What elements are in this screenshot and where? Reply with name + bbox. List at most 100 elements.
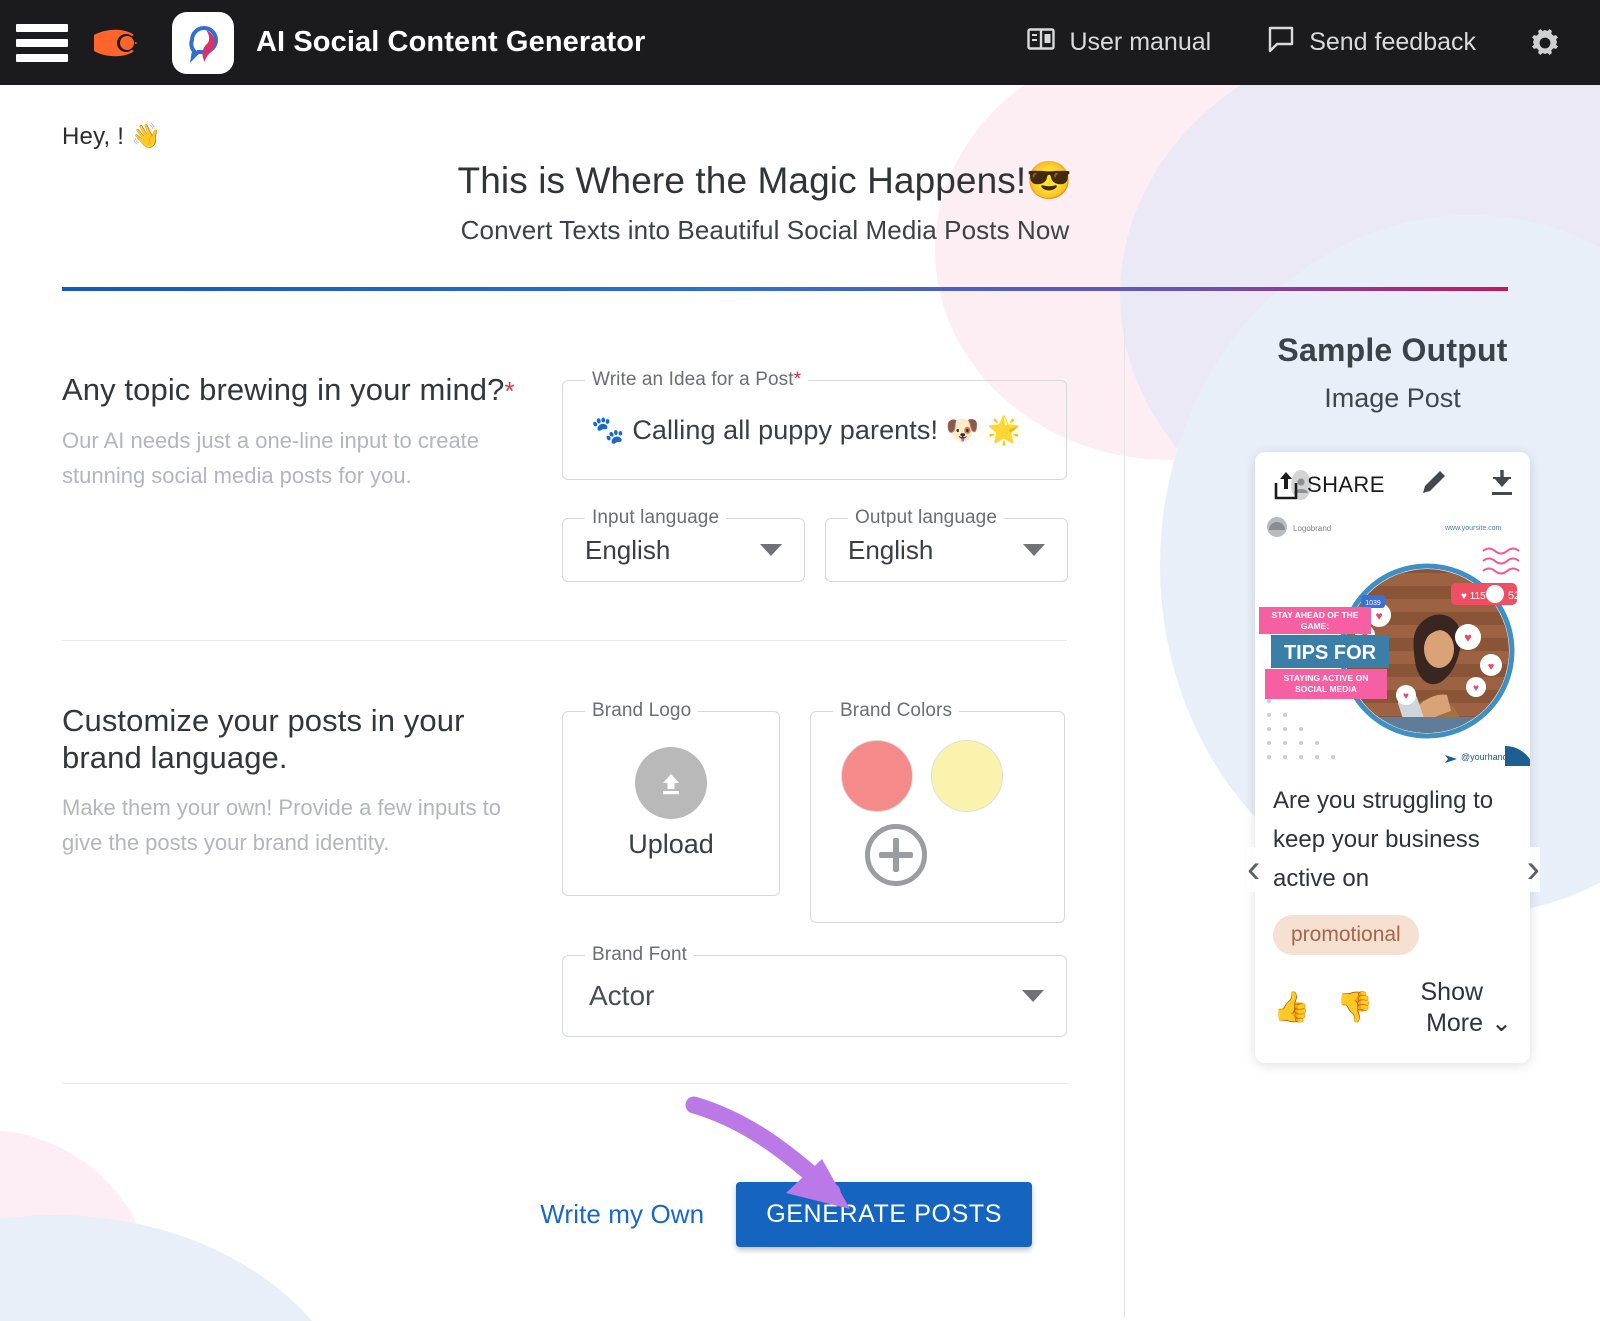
input-language-select[interactable]: Input language English (562, 518, 805, 582)
brand-colors-picker[interactable]: Brand Colors (810, 711, 1065, 923)
sample-output-column: Sample Output Image Post (1125, 310, 1600, 1247)
download-icon[interactable] (1489, 468, 1515, 501)
idea-input-label: Write an Idea for a Post* (585, 369, 808, 391)
app-logo-icon (172, 12, 234, 74)
top-navigation-bar: AI Social Content Generator User manual (0, 0, 1600, 85)
brand-logo-label: Brand Logo (585, 700, 698, 722)
user-manual-button[interactable]: User manual (999, 26, 1239, 59)
brand-logo-upload[interactable]: Brand Logo Upload (562, 711, 780, 896)
output-language-label: Output language (848, 507, 1004, 529)
idea-input[interactable]: Write an Idea for a Post* 🐾 Calling all … (562, 380, 1067, 480)
svg-text:STAYING ACTIVE ON: STAYING ACTIVE ON (1284, 673, 1369, 683)
app-root: AI Social Content Generator User manual (0, 0, 1600, 1321)
brand-fields: Brand Logo Upload Brand Colors (562, 703, 1125, 1037)
brand-section: Customize your posts in your brand langu… (62, 641, 1125, 1037)
idea-input-value[interactable]: 🐾 Calling all puppy parents! 🐶 🌟 (563, 414, 1021, 446)
idea-required-mark: * (794, 369, 802, 390)
send-feedback-button[interactable]: Send feedback (1239, 25, 1504, 60)
brand-font-select[interactable]: Brand Font Actor (562, 955, 1067, 1037)
post-toolbar: SHARE (1255, 452, 1530, 511)
input-language-value: English (563, 535, 670, 566)
brand-color-swatches (841, 740, 1064, 812)
gear-icon[interactable] (1504, 26, 1580, 60)
chat-bubble-icon (1267, 25, 1295, 60)
chevron-down-icon[interactable] (760, 544, 782, 556)
user-manual-label: User manual (1069, 28, 1211, 57)
chevron-down-icon: ⌄ (1491, 1008, 1512, 1039)
post-caption: Are you struggling to keep your business… (1255, 766, 1530, 899)
svg-text:♥ 115: ♥ 115 (1461, 591, 1486, 602)
svg-text:♥: ♥ (1488, 661, 1495, 673)
send-feedback-label: Send feedback (1309, 28, 1476, 57)
brand-copy: Customize your posts in your brand langu… (62, 703, 562, 1037)
chevron-down-icon[interactable] (1022, 990, 1044, 1002)
svg-text:www.yoursite.com: www.yoursite.com (1444, 525, 1502, 532)
language-selectors: Input language English Output language E… (562, 518, 1125, 582)
top-bar-actions: User manual Send feedback (999, 25, 1600, 60)
add-color-button[interactable] (865, 824, 927, 886)
hero-section: This is Where the Magic Happens!😎 Conver… (0, 160, 1530, 246)
upload-label: Upload (628, 829, 714, 860)
thumbs-up-icon[interactable]: 👍 (1273, 990, 1310, 1025)
brand-description: Make them your own! Provide a few inputs… (62, 790, 532, 860)
carousel-next-button[interactable]: › (1527, 847, 1540, 892)
semrush-flame-icon[interactable] (90, 21, 146, 65)
brand-colors-label: Brand Colors (833, 700, 959, 722)
topic-section: Any topic brewing in your mind?* Our AI … (62, 310, 1125, 582)
brand-font-label: Brand Font (585, 944, 694, 966)
svg-text:52: 52 (1508, 590, 1520, 602)
hamburger-menu-icon[interactable] (16, 21, 68, 65)
page-subtitle: Convert Texts into Beautiful Social Medi… (0, 215, 1530, 246)
thumbs-down-icon[interactable]: 👎 (1336, 990, 1373, 1025)
topic-copy: Any topic brewing in your mind?* Our AI … (62, 372, 562, 582)
sample-output-title: Sample Output (1185, 332, 1600, 369)
svg-text:SOCIAL MEDIA: SOCIAL MEDIA (1295, 684, 1357, 694)
svg-text:STAY AHEAD OF THE: STAY AHEAD OF THE (1272, 610, 1359, 620)
brand-heading: Customize your posts in your brand langu… (62, 703, 532, 776)
svg-text:GAME:: GAME: (1301, 621, 1330, 631)
svg-text:♥: ♥ (1473, 683, 1479, 694)
brand-color-swatch[interactable] (931, 740, 1003, 812)
status-badge: promotional (1273, 915, 1419, 955)
topic-description: Our AI needs just a one-line input to cr… (62, 423, 532, 493)
gradient-divider (62, 287, 1508, 291)
idea-label-text: Write an Idea for a Post (592, 369, 794, 390)
sample-post-card: SHARE (1255, 452, 1530, 1063)
svg-text:♥: ♥ (1375, 609, 1382, 623)
brand-top-row: Brand Logo Upload Brand Colors (562, 711, 1125, 923)
post-footer: 👍 👎 Show More ⌄ (1255, 955, 1530, 1054)
greeting-text: Hey, ! 👋 (62, 122, 161, 151)
output-language-value: English (826, 535, 933, 566)
upload-icon[interactable] (635, 747, 707, 819)
generate-posts-button[interactable]: GENERATE POSTS (736, 1182, 1032, 1247)
form-actions: Write my Own GENERATE POSTS (62, 1083, 1067, 1247)
main-content: Any topic brewing in your mind?* Our AI … (0, 310, 1600, 1247)
app-title: AI Social Content Generator (256, 26, 645, 59)
input-language-label: Input language (585, 507, 726, 529)
show-more-label: Show More (1374, 977, 1483, 1040)
book-icon (1027, 26, 1055, 59)
show-more-button[interactable]: Show More ⌄ (1374, 977, 1512, 1040)
action-buttons: Write my Own GENERATE POSTS (62, 1084, 1067, 1247)
share-label[interactable]: SHARE (1307, 472, 1385, 498)
svg-text:♥: ♥ (1464, 630, 1472, 645)
post-image[interactable]: Logobrand www.yoursite.com (1255, 511, 1530, 766)
brand-color-swatch[interactable] (841, 740, 913, 812)
share-icon[interactable] (1273, 470, 1299, 500)
brand-font-value: Actor (563, 980, 654, 1012)
topic-heading-text: Any topic brewing in your mind? (62, 372, 505, 407)
page-title: This is Where the Magic Happens!😎 (0, 160, 1530, 203)
column-divider (1124, 328, 1125, 1318)
chevron-down-icon[interactable] (1023, 544, 1045, 556)
topic-heading: Any topic brewing in your mind?* (62, 372, 532, 409)
form-column: Any topic brewing in your mind?* Our AI … (0, 310, 1125, 1247)
svg-text:♥: ♥ (1403, 691, 1409, 702)
svg-text:TIPS FOR: TIPS FOR (1284, 642, 1377, 664)
carousel-prev-button[interactable]: ‹ (1247, 847, 1260, 892)
pencil-icon[interactable] (1421, 469, 1447, 500)
output-language-select[interactable]: Output language English (825, 518, 1068, 582)
svg-text:Logobrand: Logobrand (1293, 524, 1331, 533)
topic-fields: Write an Idea for a Post* 🐾 Calling all … (562, 372, 1125, 582)
topic-required-mark: * (505, 376, 515, 406)
write-my-own-button[interactable]: Write my Own (540, 1199, 704, 1230)
